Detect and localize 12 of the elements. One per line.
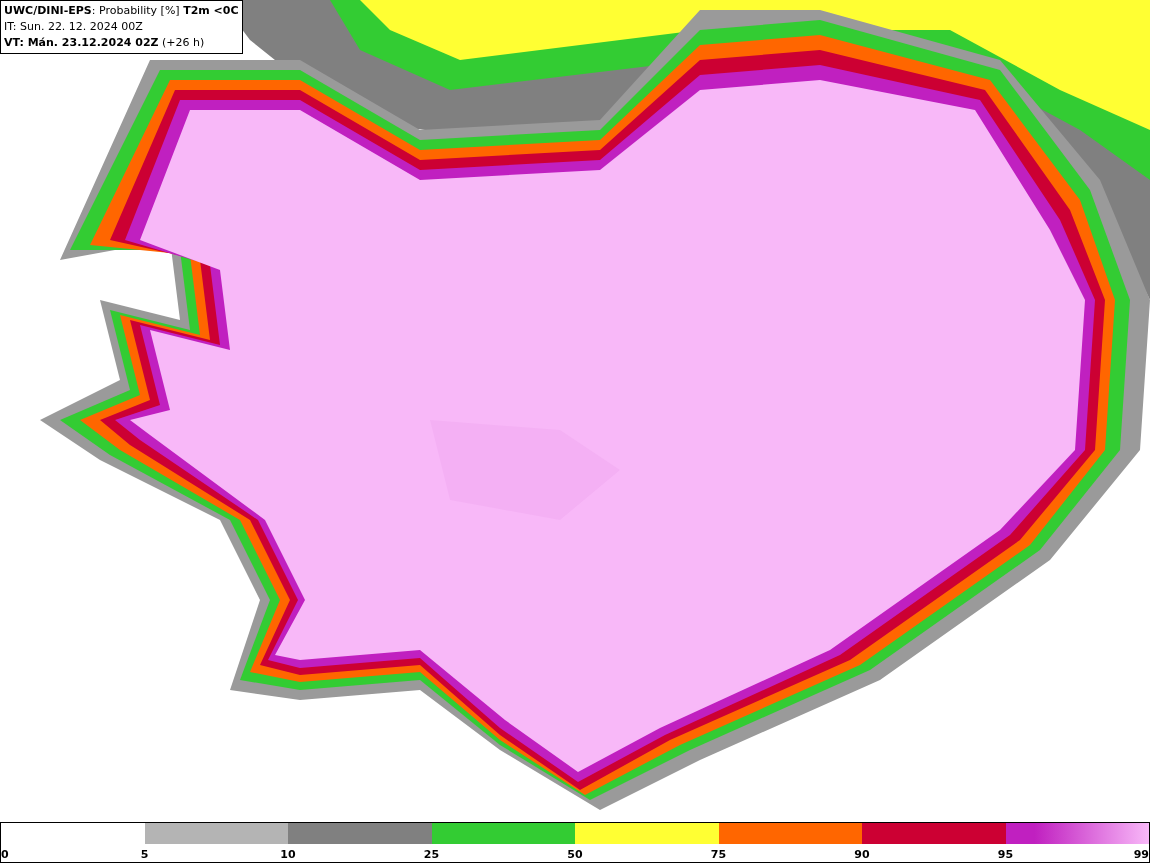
scale-label: 95	[997, 848, 1014, 862]
scale-label: 10	[280, 848, 296, 862]
scale-label: 5	[140, 848, 149, 862]
scale-label: 50	[567, 848, 583, 862]
info-text: IT: Sun. 22. 12. 2024 00Z	[4, 19, 144, 35]
info-text: UWC/DINI-EPS: Probability [%] T2m <0C	[4, 3, 239, 19]
scale-label: 99	[1133, 848, 1149, 862]
scale-label: 90	[854, 848, 870, 862]
scale-label: 75	[710, 848, 727, 862]
scale-label: 0	[1, 848, 9, 862]
scale-label: 25	[423, 848, 440, 862]
info-text: VT: Mán. 23.12.2024 02Z (+26 h)	[4, 35, 206, 51]
